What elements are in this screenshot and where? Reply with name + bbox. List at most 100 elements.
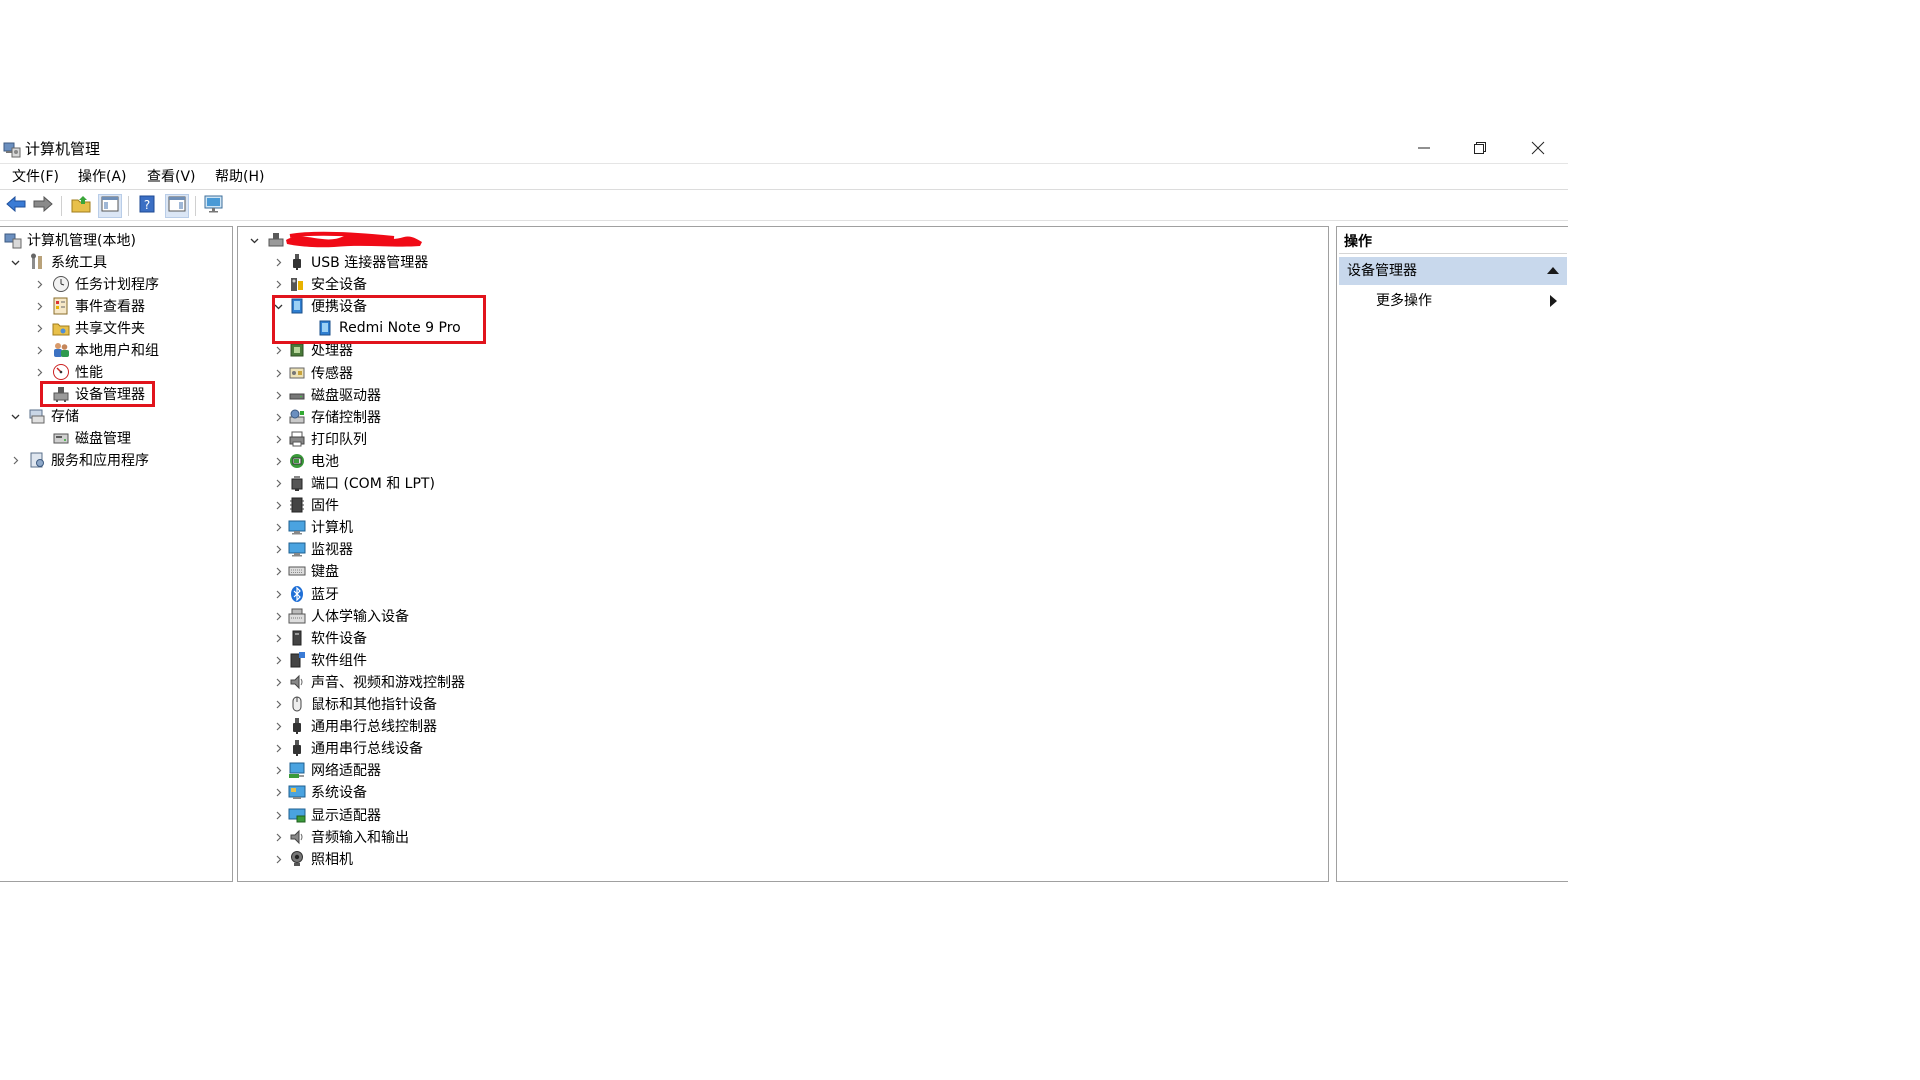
chevron-right-icon[interactable] [270,254,286,270]
menu-view[interactable]: 查看(V) [147,167,196,187]
chevron-right-icon[interactable] [270,630,286,646]
tree-node-performance[interactable]: 性能 [31,361,103,383]
chevron-right-icon[interactable] [270,608,286,624]
chevron-right-icon[interactable] [270,475,286,491]
chevron-down-icon[interactable] [7,408,23,424]
chevron-right-icon[interactable] [270,409,286,425]
device-category-row[interactable]: 存储控制器 [270,406,381,428]
up-one-level-button[interactable] [69,194,93,218]
device-category-row[interactable]: 键盘 [270,560,339,582]
chevron-down-icon[interactable] [246,232,262,248]
device-category-row[interactable]: 音频输入和输出 [270,826,409,848]
device-category-row[interactable]: 软件组件 [270,649,367,671]
menu-action[interactable]: 操作(A) [78,167,127,187]
device-category-row[interactable]: 鼠标和其他指针设备 [270,693,437,715]
show-hide-action-pane-button[interactable] [165,194,189,218]
device-category-label: 音频输入和输出 [311,830,409,846]
device-category-row[interactable]: 网络适配器 [270,759,381,781]
tree-node-services-applications[interactable]: 服务和应用程序 [7,449,149,471]
device-category-row[interactable]: 电池 [270,450,339,472]
device-category-row[interactable]: 人体学输入设备 [270,605,409,627]
chevron-right-icon[interactable] [31,276,47,292]
software-component-icon [288,651,306,669]
tree-node-system-tools[interactable]: 系统工具 [7,251,107,273]
chevron-right-icon[interactable] [270,829,286,845]
audio-io-icon [288,828,306,846]
device-category-row[interactable]: 系统设备 [270,781,367,803]
chevron-right-icon[interactable] [270,541,286,557]
show-hide-console-tree-button[interactable] [98,194,122,218]
tree-node-local-users-groups[interactable]: 本地用户和组 [31,339,159,361]
chevron-right-icon[interactable] [270,431,286,447]
connect-computer-button[interactable] [202,194,226,218]
chevron-right-icon[interactable] [31,364,47,380]
chevron-right-icon[interactable] [270,586,286,602]
chevron-right-icon[interactable] [270,342,286,358]
chevron-right-icon[interactable] [270,762,286,778]
collapse-triangle-icon[interactable] [1547,267,1559,274]
device-category-row[interactable]: 监视器 [270,538,353,560]
menu-file[interactable]: 文件(F) [12,167,59,187]
redacted-computer-name [286,231,422,248]
chevron-right-icon[interactable] [270,519,286,535]
tree-node-task-scheduler[interactable]: 任务计划程序 [31,273,159,295]
tree-node-computer-management[interactable]: 计算机管理(本地) [4,229,136,251]
chevron-right-icon[interactable] [270,740,286,756]
device-category-row[interactable]: 固件 [270,494,339,516]
network-adapter-icon [288,761,306,779]
help-button[interactable]: ? [135,194,159,218]
chevron-right-icon[interactable] [270,387,286,403]
device-category-row[interactable]: 显示适配器 [270,804,381,826]
chevron-right-icon[interactable] [270,784,286,800]
device-category-row[interactable]: 照相机 [270,848,353,870]
chevron-right-icon[interactable] [31,298,47,314]
chevron-right-icon[interactable] [7,452,23,468]
device-category-row[interactable]: 通用串行总线设备 [270,737,423,759]
device-category-row[interactable]: USB 连接器管理器 [270,251,428,273]
chevron-right-icon[interactable] [270,674,286,690]
actions-pane: 操作 设备管理器 更多操作 [1336,226,1568,882]
device-category-row[interactable]: 端口 (COM 和 LPT) [270,472,435,494]
device-category-row[interactable]: 计算机 [270,516,353,538]
close-button[interactable] [1515,135,1561,163]
tree-node-shared-folders[interactable]: 共享文件夹 [31,317,145,339]
forward-button[interactable] [31,194,55,218]
chevron-right-icon[interactable] [270,807,286,823]
camera-icon [288,850,306,868]
device-category-label: 安全设备 [311,277,367,293]
chevron-right-icon[interactable] [270,276,286,292]
more-actions-item[interactable]: 更多操作 [1339,289,1567,313]
chevron-right-icon[interactable] [31,320,47,336]
chevron-right-icon[interactable] [270,497,286,513]
chevron-right-icon[interactable] [270,718,286,734]
device-category-label: 网络适配器 [311,763,381,779]
device-category-label: 人体学输入设备 [311,609,409,625]
device-category-row[interactable]: 传感器 [270,362,353,384]
chevron-down-icon[interactable] [7,254,23,270]
device-category-row[interactable]: 磁盘驱动器 [270,384,381,406]
device-category-row[interactable]: 声音、视频和游戏控制器 [270,671,465,693]
chevron-right-icon[interactable] [270,696,286,712]
tree-node-disk-management[interactable]: 磁盘管理 [31,427,131,449]
chevron-right-icon[interactable] [270,563,286,579]
chevron-right-icon[interactable] [270,851,286,867]
restore-button[interactable] [1457,135,1503,163]
chevron-right-icon[interactable] [31,342,47,358]
chevron-right-icon[interactable] [270,365,286,381]
actions-group-device-manager[interactable]: 设备管理器 [1339,257,1567,285]
device-category-row[interactable]: 安全设备 [270,273,367,295]
tree-node-event-viewer[interactable]: 事件查看器 [31,295,145,317]
minimize-button[interactable] [1401,135,1447,163]
device-category-label: 传感器 [311,366,353,382]
back-button[interactable] [4,194,28,218]
tree-node-storage[interactable]: 存储 [7,405,79,427]
software-device-icon [288,629,306,647]
device-category-row[interactable]: 打印队列 [270,428,367,450]
device-category-row[interactable]: 蓝牙 [270,583,339,605]
device-category-label: 系统设备 [311,785,367,801]
device-category-row[interactable]: 软件设备 [270,627,367,649]
chevron-right-icon[interactable] [270,652,286,668]
menu-help[interactable]: 帮助(H) [215,167,264,187]
device-category-row[interactable]: 通用串行总线控制器 [270,715,437,737]
chevron-right-icon[interactable] [270,453,286,469]
